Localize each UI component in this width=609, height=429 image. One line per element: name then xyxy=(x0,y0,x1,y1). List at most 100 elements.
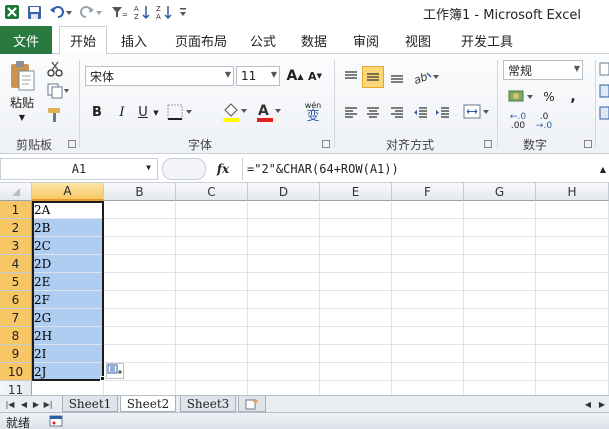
row-header-7[interactable]: 7 xyxy=(0,309,32,327)
cell-f4[interactable] xyxy=(392,255,464,273)
row-header-4[interactable]: 4 xyxy=(0,255,32,273)
cell-a9[interactable]: 2I xyxy=(32,345,104,363)
row-header-6[interactable]: 6 xyxy=(0,291,32,309)
percent-style-button[interactable]: % xyxy=(538,86,560,108)
cell-g3[interactable] xyxy=(464,237,536,255)
cell-h10[interactable] xyxy=(536,363,609,381)
cell-b2[interactable] xyxy=(104,219,176,237)
first-sheet-icon[interactable]: |◀ xyxy=(4,397,16,411)
cell-f8[interactable] xyxy=(392,327,464,345)
cell-a4[interactable]: 2D xyxy=(32,255,104,273)
cell-d4[interactable] xyxy=(248,255,320,273)
italic-button[interactable]: I xyxy=(113,102,131,122)
worksheet-grid[interactable]: A B C D E F G H 1 2 3 4 5 6 7 8 9 10 11 … xyxy=(0,183,609,395)
save-icon[interactable] xyxy=(25,3,43,21)
cell-g7[interactable] xyxy=(464,309,536,327)
format-painter-icon[interactable] xyxy=(44,106,66,124)
cell-c11[interactable] xyxy=(176,381,248,395)
row-header-11[interactable]: 11 xyxy=(0,381,32,395)
cell-g8[interactable] xyxy=(464,327,536,345)
auto-fill-options-icon[interactable] xyxy=(106,363,124,379)
orientation-icon[interactable]: ab xyxy=(412,66,442,88)
sheet-tab-sheet1[interactable]: Sheet1 xyxy=(62,396,118,412)
fill-color-icon[interactable] xyxy=(220,100,250,124)
align-middle-icon[interactable] xyxy=(362,66,384,88)
row-header-5[interactable]: 5 xyxy=(0,273,32,291)
cell-f2[interactable] xyxy=(392,219,464,237)
insert-function-button[interactable]: fx xyxy=(208,159,238,179)
align-top-icon[interactable] xyxy=(340,66,362,88)
cell-f9[interactable] xyxy=(392,345,464,363)
styles-group-icons[interactable] xyxy=(599,60,609,132)
undo-icon[interactable] xyxy=(48,3,74,21)
cell-h6[interactable] xyxy=(536,291,609,309)
cell-e10[interactable] xyxy=(320,363,392,381)
cell-e7[interactable] xyxy=(320,309,392,327)
tab-view[interactable]: 视图 xyxy=(398,26,438,54)
cell-c10[interactable] xyxy=(176,363,248,381)
cell-a6[interactable]: 2F xyxy=(32,291,104,309)
cell-e9[interactable] xyxy=(320,345,392,363)
column-header-c[interactable]: C xyxy=(176,183,248,201)
cell-c2[interactable] xyxy=(176,219,248,237)
tab-page-layout[interactable]: 页面布局 xyxy=(165,26,237,54)
cell-c5[interactable] xyxy=(176,273,248,291)
cell-d1[interactable] xyxy=(248,201,320,219)
cell-d11[interactable] xyxy=(248,381,320,395)
cell-d3[interactable] xyxy=(248,237,320,255)
align-right-icon[interactable] xyxy=(386,102,408,124)
sheet-tab-sheet2[interactable]: Sheet2 xyxy=(120,396,176,412)
cell-c7[interactable] xyxy=(176,309,248,327)
cell-g4[interactable] xyxy=(464,255,536,273)
name-box-dropdown-icon[interactable]: ▼ xyxy=(146,163,151,172)
hscroll-left-icon[interactable]: ◀ xyxy=(582,397,594,411)
cell-g5[interactable] xyxy=(464,273,536,291)
tab-review[interactable]: 审阅 xyxy=(346,26,386,54)
cell-g9[interactable] xyxy=(464,345,536,363)
cell-b3[interactable] xyxy=(104,237,176,255)
formula-bar-splitter[interactable] xyxy=(162,158,206,180)
underline-dropdown-icon[interactable]: ▼ xyxy=(151,106,161,120)
font-launcher-icon[interactable] xyxy=(322,140,330,148)
tab-developer[interactable]: 开发工具 xyxy=(452,26,522,54)
cell-b6[interactable] xyxy=(104,291,176,309)
borders-icon[interactable] xyxy=(166,102,196,122)
cell-e5[interactable] xyxy=(320,273,392,291)
cell-e11[interactable] xyxy=(320,381,392,395)
cell-g10[interactable] xyxy=(464,363,536,381)
cell-c4[interactable] xyxy=(176,255,248,273)
increase-decimal-button[interactable]: ←.0 .00 xyxy=(506,112,530,132)
number-format-select[interactable]: 常规 ▼ xyxy=(503,60,583,80)
column-header-g[interactable]: G xyxy=(464,183,536,201)
cell-d8[interactable] xyxy=(248,327,320,345)
hscroll-right-icon[interactable]: ▶ xyxy=(596,397,608,411)
macro-record-icon[interactable] xyxy=(48,414,64,428)
customize-toolbar-icon[interactable] xyxy=(176,3,190,21)
cell-h4[interactable] xyxy=(536,255,609,273)
cell-e8[interactable] xyxy=(320,327,392,345)
phonetic-guide-button[interactable]: wén 变 xyxy=(296,98,330,124)
column-header-a[interactable]: A xyxy=(32,183,104,201)
decrease-indent-icon[interactable] xyxy=(410,102,432,124)
cell-c9[interactable] xyxy=(176,345,248,363)
cell-c6[interactable] xyxy=(176,291,248,309)
cell-d5[interactable] xyxy=(248,273,320,291)
cell-a10[interactable]: 2J xyxy=(32,363,104,381)
font-name-select[interactable]: 宋体 ▼ xyxy=(85,66,234,86)
cell-d9[interactable] xyxy=(248,345,320,363)
formula-input[interactable]: ="2"&CHAR(64+ROW(A1)) xyxy=(242,158,597,180)
cell-h8[interactable] xyxy=(536,327,609,345)
cell-e4[interactable] xyxy=(320,255,392,273)
cell-b8[interactable] xyxy=(104,327,176,345)
cell-h9[interactable] xyxy=(536,345,609,363)
align-left-icon[interactable] xyxy=(340,102,362,124)
number-launcher-icon[interactable] xyxy=(584,140,592,148)
tab-home[interactable]: 开始 xyxy=(59,26,107,55)
row-header-9[interactable]: 9 xyxy=(0,345,32,363)
bold-button[interactable]: B xyxy=(88,102,106,122)
cell-d10[interactable] xyxy=(248,363,320,381)
sort-ascending-icon[interactable]: AZ xyxy=(132,3,152,21)
cell-h1[interactable] xyxy=(536,201,609,219)
cut-icon[interactable] xyxy=(44,60,66,78)
cell-b7[interactable] xyxy=(104,309,176,327)
